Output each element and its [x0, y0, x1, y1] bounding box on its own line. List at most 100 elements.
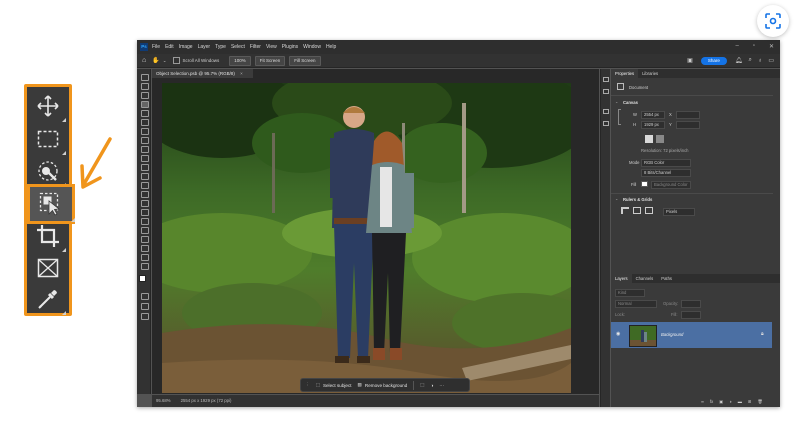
brush-settings-icon[interactable] — [603, 109, 609, 114]
mode-select[interactable]: RGB Color — [641, 159, 691, 167]
landscape-orientation-icon[interactable] — [656, 135, 664, 143]
pen-icon[interactable] — [141, 209, 149, 216]
history-brush-icon[interactable] — [141, 164, 149, 171]
brush-icon[interactable] — [141, 146, 149, 153]
blur-icon[interactable] — [141, 191, 149, 198]
foreground-color-swatch[interactable] — [139, 275, 146, 282]
menu-plugins[interactable]: Plugins — [282, 44, 298, 50]
marquee-icon[interactable] — [141, 83, 149, 90]
blend-mode-select[interactable]: Normal — [615, 300, 657, 308]
path-select-icon[interactable] — [141, 227, 149, 234]
quick-selection-tool[interactable] — [33, 156, 66, 187]
menu-file[interactable]: File — [152, 44, 160, 50]
move-icon[interactable] — [141, 74, 149, 81]
fill-screen-button[interactable]: Fill Screen — [289, 55, 321, 66]
scroll-all-checkbox[interactable] — [172, 57, 180, 64]
tab-layers[interactable]: Layers — [611, 274, 632, 283]
menu-filter[interactable]: Filter — [250, 44, 261, 50]
ruler-icon[interactable] — [621, 207, 629, 214]
tab-close-icon[interactable]: × — [240, 71, 243, 76]
tab-paths[interactable]: Paths — [657, 274, 676, 283]
move-tool[interactable] — [33, 91, 66, 122]
more-options-icon[interactable]: ··· — [439, 383, 444, 388]
units-select[interactable]: Pixels — [663, 208, 695, 216]
tab-libraries[interactable]: Libraries — [638, 69, 662, 78]
shape-icon[interactable] — [141, 236, 149, 243]
fx-icon[interactable]: fx — [710, 399, 713, 405]
quick-mask-icon[interactable] — [141, 293, 149, 300]
zoom-100-button[interactable]: 100% — [229, 55, 251, 66]
x-field[interactable] — [676, 111, 700, 119]
opacity-field[interactable] — [681, 300, 701, 308]
trash-icon[interactable]: 🗑︎ — [757, 399, 762, 405]
fill-opacity-field[interactable] — [681, 311, 701, 319]
stamp-icon[interactable] — [141, 155, 149, 162]
new-layer-icon[interactable]: ⊞ — [748, 399, 752, 405]
tab-channels[interactable]: Channels — [632, 274, 658, 283]
remove-background-button[interactable]: ▧ Remove background — [358, 382, 408, 388]
select-subject-button[interactable]: ⬚ Select subject — [316, 382, 352, 388]
fill-select[interactable]: Background Color — [651, 181, 691, 189]
object-selection-icon[interactable] — [141, 101, 149, 108]
chevron-down-icon[interactable]: ⌄ — [615, 196, 619, 201]
menu-type[interactable]: Type — [215, 44, 226, 50]
bit-depth-select[interactable]: 8 Bits/Channel — [641, 169, 691, 177]
menu-window[interactable]: Window — [303, 44, 321, 50]
add-mask-icon[interactable]: ▣ — [719, 399, 723, 405]
chevron-down-icon[interactable]: ⌄ — [615, 99, 619, 104]
marquee-tool[interactable] — [33, 124, 66, 155]
menu-view[interactable]: View — [266, 44, 277, 50]
minimize-icon[interactable]: – — [735, 43, 738, 50]
group-icon[interactable]: ▬ — [738, 399, 742, 405]
menu-layer[interactable]: Layer — [198, 44, 211, 50]
comments-icon[interactable] — [603, 89, 609, 94]
link-icon[interactable] — [618, 109, 621, 125]
menu-edit[interactable]: Edit — [165, 44, 174, 50]
crop-tool[interactable] — [33, 221, 66, 252]
gradient-icon[interactable] — [141, 182, 149, 189]
eyedropper-tool[interactable] — [33, 284, 66, 315]
layer-kind-filter[interactable]: Kind — [615, 289, 645, 297]
hand-tool-icon[interactable]: ✋ — [152, 57, 159, 64]
status-zoom[interactable]: 95.68% — [156, 395, 171, 407]
workspace-icon[interactable]: ▭ — [768, 57, 774, 64]
lasso-icon[interactable] — [141, 92, 149, 99]
crop-icon[interactable] — [141, 110, 149, 117]
eyedropper-icon[interactable] — [141, 128, 149, 135]
share-button[interactable]: Share — [700, 56, 727, 65]
y-field[interactable] — [676, 121, 700, 129]
mask-icon[interactable]: ◑ — [431, 383, 434, 388]
lightbulb-icon[interactable]: ♁ — [758, 58, 763, 64]
frame-tool[interactable] — [33, 253, 63, 283]
frame-icon[interactable] — [141, 119, 149, 126]
object-selection-tool[interactable] — [27, 184, 75, 224]
screen-mode-icon[interactable] — [141, 303, 149, 310]
layer-row-background[interactable]: ◉ Background 🔒︎ — [611, 322, 772, 348]
edit-toolbar-icon[interactable] — [141, 313, 149, 320]
portrait-orientation-icon[interactable] — [645, 135, 653, 143]
zoom-icon[interactable] — [141, 254, 149, 261]
chevron-down-icon[interactable]: ⌄ — [163, 58, 167, 64]
restore-icon[interactable]: ▫ — [753, 43, 755, 50]
guides-icon[interactable] — [645, 207, 653, 214]
capture-button[interactable] — [757, 5, 789, 37]
history-icon[interactable] — [603, 77, 609, 82]
canvas-photo[interactable] — [162, 83, 571, 393]
hand-icon[interactable] — [141, 245, 149, 252]
tab-properties[interactable]: Properties — [611, 69, 639, 78]
menu-help[interactable]: Help — [326, 44, 336, 50]
bell-icon[interactable]: 🔔︎ — [735, 57, 743, 64]
link-layers-icon[interactable]: ∞ — [701, 399, 704, 405]
menu-image[interactable]: Image — [179, 44, 193, 50]
search-icon[interactable]: ⌕ — [748, 57, 751, 64]
document-tab[interactable]: Object Selection.psb @ 95.7% (RGB/8) × — [152, 69, 253, 78]
adjustment-layer-icon[interactable]: ◑ — [729, 399, 732, 405]
close-icon[interactable]: ✕ — [769, 43, 774, 50]
visibility-eye-icon[interactable]: ◉ — [616, 331, 620, 337]
eraser-icon[interactable] — [141, 173, 149, 180]
type-icon[interactable] — [141, 218, 149, 225]
fit-screen-button[interactable]: Fit Screen — [254, 55, 286, 66]
width-field[interactable]: 2554 px — [641, 111, 665, 119]
cloud-doc-icon[interactable]: ▣ — [687, 57, 693, 64]
more-tools-icon[interactable] — [141, 263, 149, 270]
